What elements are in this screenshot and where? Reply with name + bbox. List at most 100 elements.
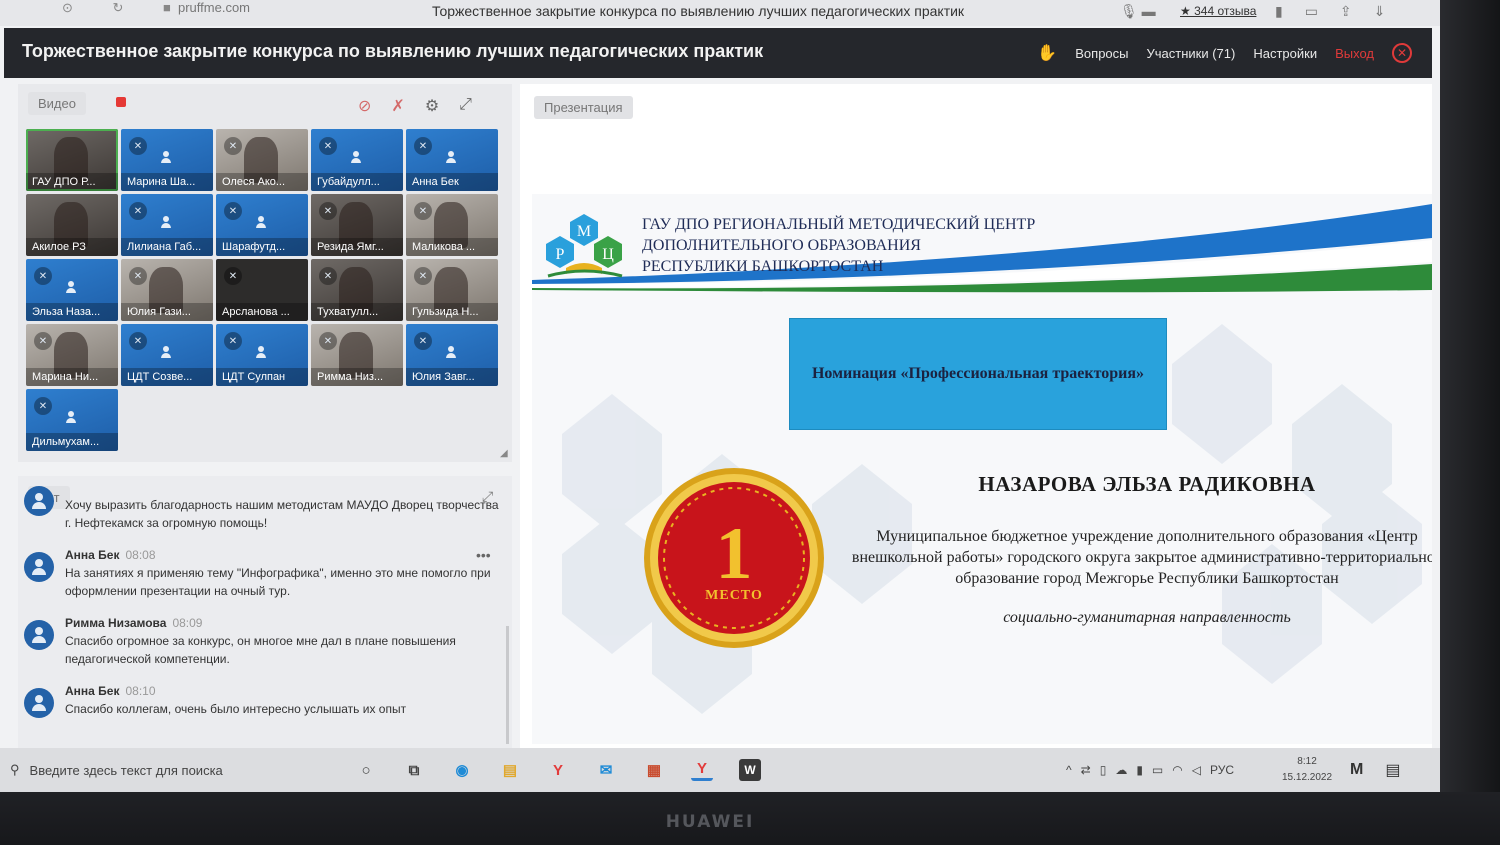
chat-panel: Чат ⤢ Хочу выразить благодарность нашим …	[18, 476, 512, 748]
yandex-browser-icon[interactable]: Y	[547, 759, 569, 781]
logo-letter-r: Р	[556, 246, 565, 263]
user-avatar-icon	[66, 281, 76, 293]
language-indicator[interactable]: РУС	[1210, 763, 1234, 777]
network-icon[interactable]: ⇄	[1081, 763, 1091, 777]
resize-handle-icon[interactable]: ◢	[500, 448, 508, 459]
participant-tile[interactable]: ✕ Юлия Завг...	[406, 324, 498, 386]
exit-link[interactable]: Выход	[1335, 46, 1374, 61]
participant-tile[interactable]: ✕ Юлия Гази...	[121, 259, 213, 321]
mic-off-icon: ✕	[319, 137, 337, 155]
chevron-up-icon[interactable]: ^	[1066, 763, 1072, 777]
more-options-icon[interactable]: •••	[476, 546, 491, 564]
mail-icon[interactable]: ✉	[595, 759, 617, 781]
mic-off-icon: ✕	[34, 332, 52, 350]
organization-name: ГАУ ДПО РЕГИОНАЛЬНЫЙ МЕТОДИЧЕСКИЙ ЦЕНТР …	[642, 214, 1035, 277]
participant-tile[interactable]: ✕ Шарафутд...	[216, 194, 308, 256]
wifi-icon[interactable]: ◠	[1172, 763, 1182, 777]
participant-tile[interactable]: Акилое РЗ	[26, 194, 118, 256]
winner-direction: социально-гуманитарная направленность	[1003, 609, 1291, 626]
chat-time: 08:10	[125, 684, 156, 698]
participant-tile[interactable]: ✕ Эльза Наза...	[26, 259, 118, 321]
participant-tile[interactable]: ✕ Марина Ша...	[121, 129, 213, 191]
chat-scrollbar[interactable]	[506, 626, 509, 744]
mic-off-icon: ✕	[319, 267, 337, 285]
participant-tile[interactable]: ✕ Резида Ямг...	[311, 194, 403, 256]
mic-off-icon: ✕	[414, 267, 432, 285]
camera-off-icon[interactable]: ⊘	[358, 96, 371, 116]
chat-messages: Хочу выразить благодарность нашим методи…	[18, 486, 512, 732]
user-avatar-icon	[66, 411, 76, 423]
participant-tile[interactable]: ✕ Олеся Ако...	[216, 129, 308, 191]
mic-icon[interactable]: ▮	[1136, 763, 1143, 777]
mic-off-icon: ✕	[224, 267, 242, 285]
user-avatar-icon	[446, 346, 456, 358]
participant-tile[interactable]: ✕ Тухватулл...	[311, 259, 403, 321]
user-avatar-icon	[24, 486, 54, 516]
device-brand-logo: HUAWEI	[665, 812, 755, 832]
clock[interactable]: 8:12 15.12.2022	[1282, 754, 1332, 786]
expand-icon[interactable]: ⤢	[459, 96, 472, 116]
conference-header: Торжественное закрытие конкурса по выявл…	[4, 28, 1432, 78]
mic-off-icon: ✕	[129, 332, 147, 350]
participant-tile[interactable]: ✕ Лилиана Габ...	[121, 194, 213, 256]
participant-tile[interactable]: ✕ Римма Низ...	[311, 324, 403, 386]
file-explorer-icon[interactable]: ▤	[499, 759, 521, 781]
browser-url[interactable]: pruffme.com	[178, 0, 250, 15]
browser-nav-icons[interactable]: ⊙ ↻ ■	[62, 0, 189, 16]
mic-off-icon: ✕	[129, 202, 147, 220]
questions-link[interactable]: Вопросы	[1075, 46, 1128, 61]
taskbar-search[interactable]: ⚲ Введите здесь текст для поиска	[10, 748, 223, 792]
browser-tools-icons[interactable]: ▮▭⇪⇓	[1275, 3, 1407, 20]
user-avatar-icon	[256, 216, 266, 228]
participant-tile[interactable]: ✕ ЦДТ Сулпан	[216, 324, 308, 386]
participant-name: Лилиана Габ...	[121, 238, 213, 256]
word-icon[interactable]: W	[739, 759, 761, 781]
store-icon[interactable]: ▦	[643, 759, 665, 781]
raise-hand-icon[interactable]: ✋	[1037, 43, 1057, 63]
participants-link[interactable]: Участники (71)	[1147, 46, 1236, 61]
notifications-icon[interactable]: ▤	[1385, 760, 1400, 780]
exit-icon[interactable]: ✕	[1392, 43, 1412, 63]
video-panel: Видео ⊘ ✗ ⚙ ⤢ ГАУ ДПО Р... ✕ Марина Ша... ✕…	[18, 84, 512, 462]
yandex-browser-active-icon[interactable]: Y	[691, 759, 713, 781]
user-avatar-icon	[24, 620, 54, 650]
participant-tile[interactable]: ГАУ ДПО Р...	[26, 129, 118, 191]
user-avatar-icon	[256, 346, 266, 358]
clock-time: 8:12	[1297, 756, 1317, 767]
search-placeholder[interactable]: Введите здесь текст для поиска	[30, 763, 223, 778]
cortana-icon[interactable]: ○	[355, 759, 377, 781]
participant-tile[interactable]: ✕ Дильмухам...	[26, 389, 118, 451]
gear-icon[interactable]: ⚙	[425, 96, 439, 116]
device-icon[interactable]: ▯	[1100, 763, 1107, 777]
participant-name: Эльза Наза...	[26, 303, 118, 321]
video-toolbar: ⊘ ✗ ⚙ ⤢	[358, 96, 472, 116]
participant-tile[interactable]: ✕ ЦДТ Созве...	[121, 324, 213, 386]
mail-tray-icon[interactable]: M	[1350, 761, 1363, 779]
chat-time: 08:09	[172, 616, 203, 630]
battery-icon[interactable]: ▭	[1152, 763, 1163, 777]
participant-name: ГАУ ДПО Р...	[26, 173, 118, 191]
cloud-icon[interactable]: ☁	[1115, 763, 1127, 777]
browser-mic-icon[interactable]: 🎙 ▬	[1120, 3, 1156, 20]
participant-tile[interactable]: ✕ Губайдулл...	[311, 129, 403, 191]
edge-icon[interactable]: ◉	[451, 759, 473, 781]
participant-tile[interactable]: ✕ Арсланова ...	[216, 259, 308, 321]
record-indicator[interactable]	[116, 97, 126, 107]
mic-off-icon: ✕	[224, 332, 242, 350]
user-avatar-icon	[446, 151, 456, 163]
org-line: ГАУ ДПО РЕГИОНАЛЬНЫЙ МЕТОДИЧЕСКИЙ ЦЕНТР	[642, 216, 1036, 233]
task-view-icon[interactable]: ⧉	[403, 759, 425, 781]
participant-tile[interactable]: ✕ Гульзида Н...	[406, 259, 498, 321]
participant-tile[interactable]: ✕ Маликова ...	[406, 194, 498, 256]
participant-tile[interactable]: ✕ Марина Ни...	[26, 324, 118, 386]
mic-off-icon[interactable]: ✗	[391, 96, 404, 116]
participant-tile[interactable]: ✕ Анна Бек	[406, 129, 498, 191]
participant-name: Анна Бек	[406, 173, 498, 191]
participant-name: Дильмухам...	[26, 433, 118, 451]
volume-icon[interactable]: ◁	[1192, 763, 1201, 777]
mic-off-icon: ✕	[414, 137, 432, 155]
participant-name: Олеся Ако...	[216, 173, 308, 191]
settings-link[interactable]: Настройки	[1253, 46, 1317, 61]
user-avatar-icon	[161, 151, 171, 163]
reviews-link[interactable]: ★ 344 отзыва	[1180, 4, 1256, 18]
